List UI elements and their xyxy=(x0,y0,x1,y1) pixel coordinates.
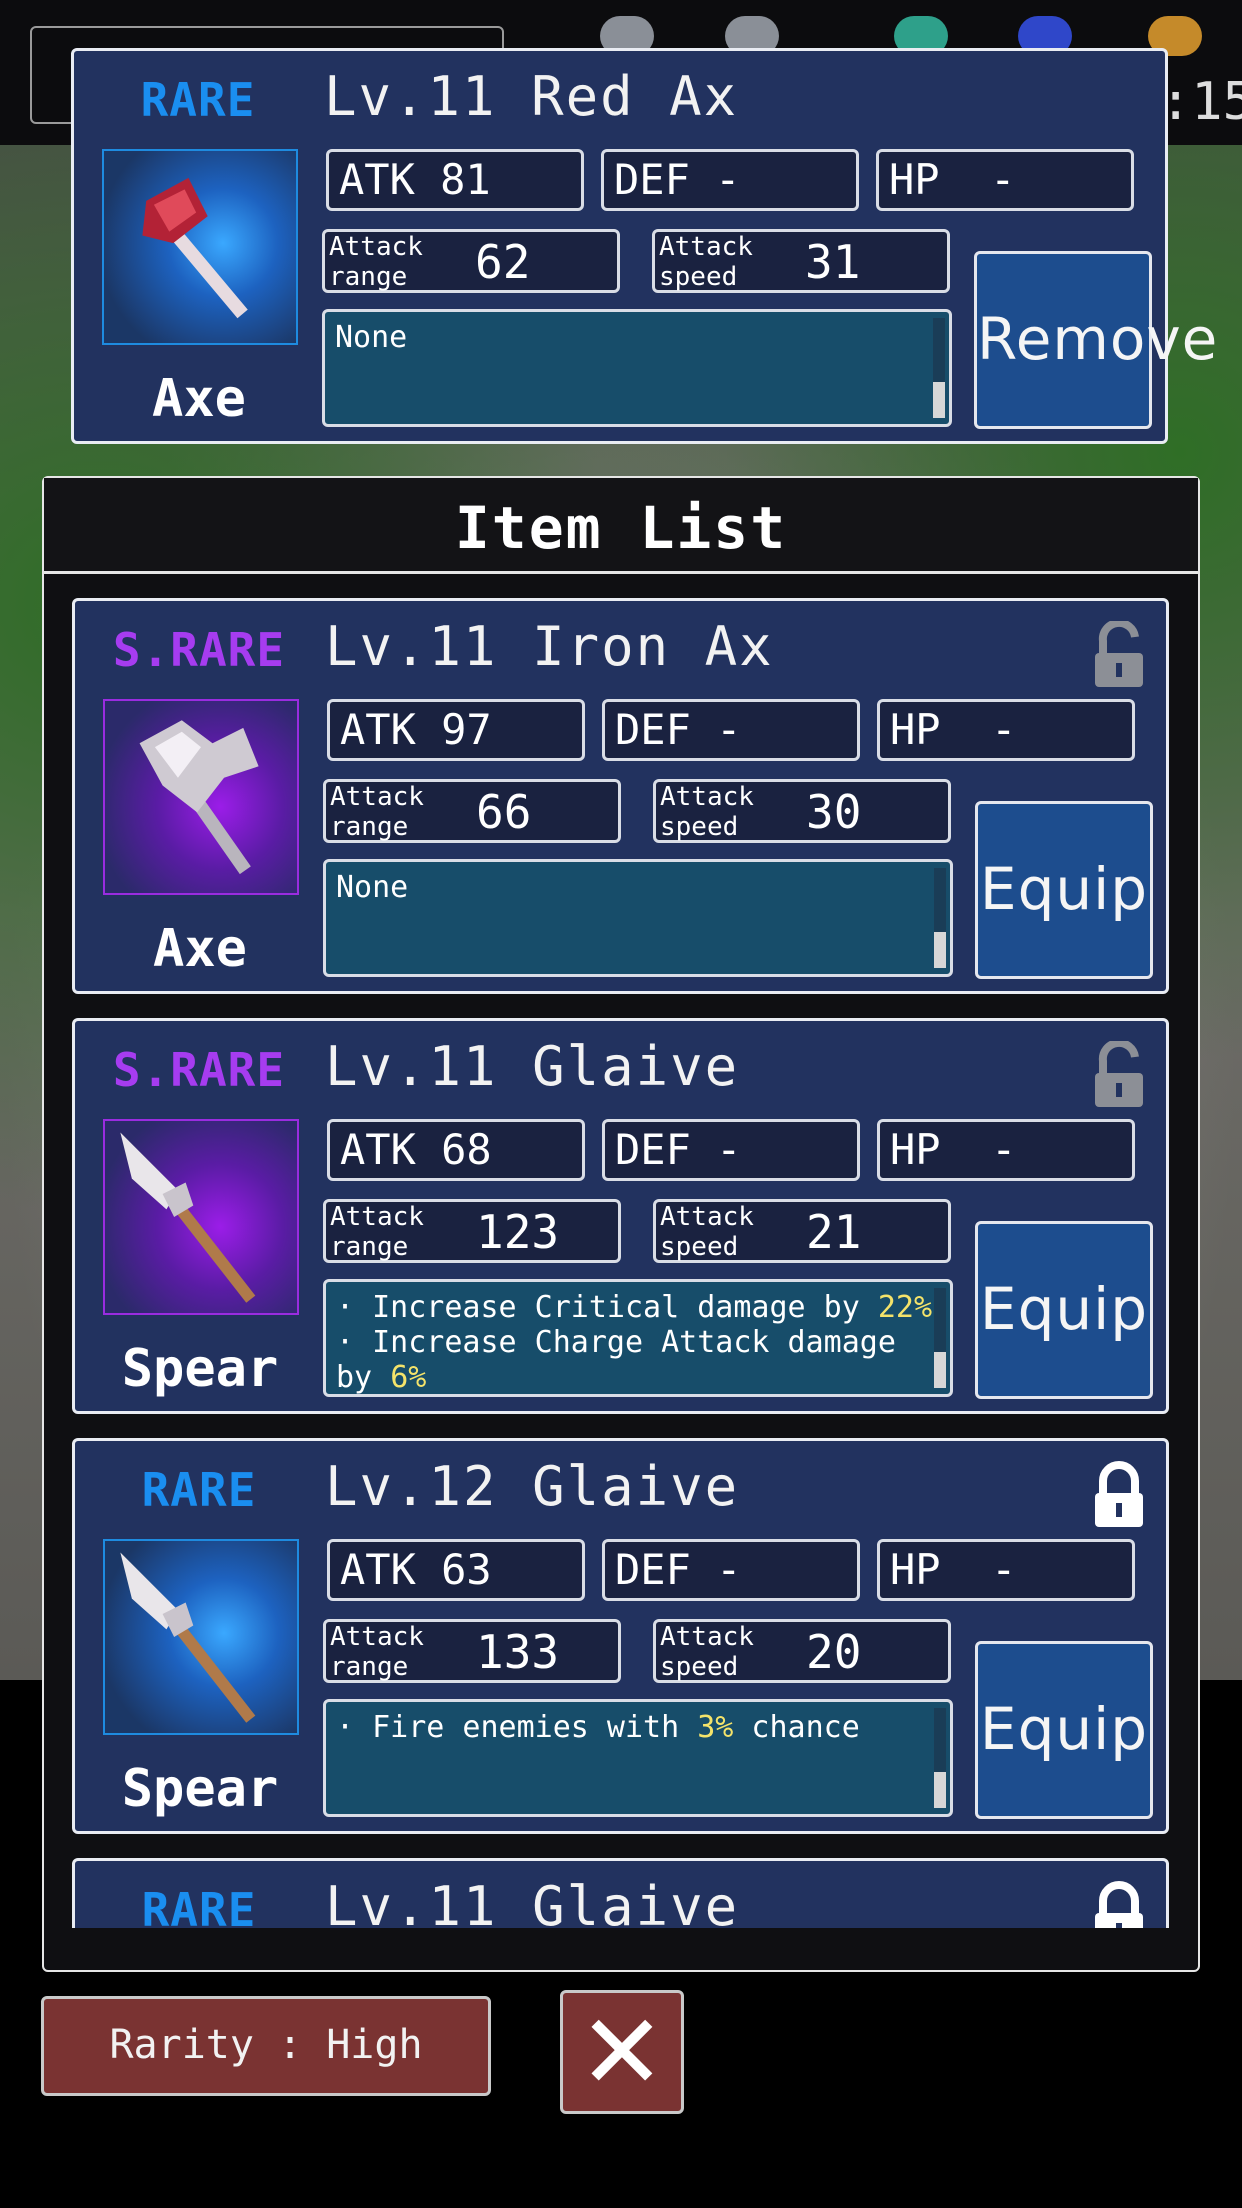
atk-stat: ATK 68 xyxy=(327,1119,585,1181)
attack-speed-label: Attack speed xyxy=(659,232,753,292)
effect-text: None xyxy=(336,870,409,905)
close-icon: ✕ xyxy=(578,1991,666,2113)
effect-value: 3% xyxy=(697,1710,734,1745)
item-list-panel: Item List S.RARE Lv.11 Iron Ax Axe ATK 9… xyxy=(42,476,1200,1972)
item-name: Lv.11 Iron Ax xyxy=(325,615,774,678)
close-button[interactable]: ✕ xyxy=(560,1990,684,2114)
effects-scrollbar[interactable] xyxy=(934,1708,946,1808)
attack-speed-label: Attack speed xyxy=(660,782,754,842)
attack-speed-value: 21 xyxy=(806,1205,862,1259)
attack-speed-value: 30 xyxy=(806,785,862,839)
locked-padlock-icon[interactable] xyxy=(1089,1461,1149,1531)
def-stat: DEF - xyxy=(602,699,860,761)
effects-scrollbar[interactable] xyxy=(934,1288,946,1388)
attack-speed-label: Attack speed xyxy=(660,1622,754,1682)
rarity-label: RARE xyxy=(141,1463,257,1517)
equip-button[interactable]: Equip xyxy=(975,1641,1153,1819)
item-effects[interactable]: None xyxy=(322,309,952,427)
attack-range-label: Attack range xyxy=(330,782,424,842)
item-name: Lv.11 Glaive xyxy=(325,1035,740,1098)
hp-stat: HP - xyxy=(876,149,1134,211)
item-type: Axe xyxy=(152,369,246,429)
hp-stat: HP - xyxy=(877,1539,1135,1601)
attack-speed-box: Attack speed 31 xyxy=(652,229,950,293)
item-list-header: Item List xyxy=(44,478,1198,574)
effect-text: None xyxy=(335,320,408,355)
attack-range-value: 123 xyxy=(476,1205,560,1259)
attack-range-value: 62 xyxy=(475,235,531,289)
attack-speed-value: 31 xyxy=(805,235,861,289)
effect-value: 6% xyxy=(390,1360,427,1395)
equip-button[interactable]: Equip xyxy=(975,1221,1153,1399)
attack-speed-box: Attack speed 20 xyxy=(653,1619,951,1683)
attack-speed-box: Attack speed 21 xyxy=(653,1199,951,1263)
hp-stat: HP - xyxy=(877,1119,1135,1181)
attack-range-box: Attack range 133 xyxy=(323,1619,621,1683)
attack-range-box: Attack range 62 xyxy=(322,229,620,293)
atk-stat: ATK 81 xyxy=(326,149,584,211)
attack-range-box: Attack range 123 xyxy=(323,1199,621,1263)
hp-stat: HP - xyxy=(877,699,1135,761)
item-card[interactable]: RARE Lv.12 Glaive Spear ATK 63 DEF - HP … xyxy=(72,1438,1169,1834)
item-effects[interactable]: · Increase Critical damage by 22% · Incr… xyxy=(323,1279,953,1397)
effect-line: · Fire enemies with 3% chance xyxy=(336,1710,940,1745)
effect-text: · Fire enemies with xyxy=(336,1710,698,1745)
rarity-label: RARE xyxy=(141,1883,257,1928)
effects-scrollbar[interactable] xyxy=(934,868,946,968)
item-list-title: Item List xyxy=(454,494,788,562)
item-name: Lv.12 Glaive xyxy=(325,1455,740,1518)
remove-button[interactable]: Remove xyxy=(974,251,1217,429)
item-type: Spear xyxy=(121,1759,279,1819)
attack-range-value: 66 xyxy=(476,785,532,839)
glaive-icon xyxy=(103,1119,299,1315)
locked-padlock-icon[interactable] xyxy=(1089,1881,1149,1928)
item-card[interactable]: S.RARE Lv.11 Iron Ax Axe ATK 97 DEF - HP… xyxy=(72,598,1169,994)
attack-speed-label: Attack speed xyxy=(660,1202,754,1262)
effect-line: · Increase Critical damage by 22% xyxy=(336,1290,940,1325)
item-name: Lv.11 Red Ax xyxy=(324,65,739,128)
item-list-scroll[interactable]: S.RARE Lv.11 Iron Ax Axe ATK 97 DEF - HP… xyxy=(44,578,1198,1928)
unlocked-padlock-icon[interactable] xyxy=(1089,621,1149,691)
def-stat: DEF - xyxy=(601,149,859,211)
attack-speed-value: 20 xyxy=(806,1625,862,1679)
def-stat: DEF - xyxy=(602,1119,860,1181)
glaive-icon xyxy=(103,1539,299,1735)
item-effects[interactable]: None xyxy=(323,859,953,977)
attack-range-label: Attack range xyxy=(330,1622,424,1682)
attack-range-box: Attack range 66 xyxy=(323,779,621,843)
effects-scrollbar[interactable] xyxy=(933,318,945,418)
effect-line: · Increase Charge Attack damage by 6% xyxy=(336,1325,940,1395)
rarity-label: S.RARE xyxy=(112,1043,286,1097)
equipped-item-card: RARE Lv.11 Red Ax Axe ATK 81 DEF - HP - … xyxy=(71,48,1217,444)
hud-counter: :15 xyxy=(1160,72,1242,132)
effect-text: chance xyxy=(733,1710,860,1745)
attack-speed-box: Attack speed 30 xyxy=(653,779,951,843)
item-card[interactable]: RARE Lv.11 Glaive xyxy=(72,1858,1169,1928)
iron-axe-icon xyxy=(103,699,299,895)
attack-range-value: 133 xyxy=(476,1625,560,1679)
item-card[interactable]: S.RARE Lv.11 Glaive Spear ATK 68 DEF - H… xyxy=(72,1018,1169,1414)
item-effects[interactable]: · Fire enemies with 3% chance xyxy=(323,1699,953,1817)
effect-value: 22% xyxy=(877,1290,933,1325)
rarity-filter-button[interactable]: Rarity : High xyxy=(41,1996,491,2096)
rarity-label: RARE xyxy=(140,73,256,127)
attack-range-label: Attack range xyxy=(330,1202,424,1262)
red-axe-icon xyxy=(102,149,298,345)
item-name: Lv.11 Glaive xyxy=(325,1875,740,1928)
atk-stat: ATK 63 xyxy=(327,1539,585,1601)
equip-button[interactable]: Equip xyxy=(975,801,1153,979)
atk-stat: ATK 97 xyxy=(327,699,585,761)
unlocked-padlock-icon[interactable] xyxy=(1089,1041,1149,1111)
item-type: Axe xyxy=(153,919,247,979)
effect-text: · Increase Critical damage by xyxy=(336,1290,878,1325)
def-stat: DEF - xyxy=(602,1539,860,1601)
item-type: Spear xyxy=(121,1339,279,1399)
attack-range-label: Attack range xyxy=(329,232,423,292)
rarity-label: S.RARE xyxy=(112,623,286,677)
